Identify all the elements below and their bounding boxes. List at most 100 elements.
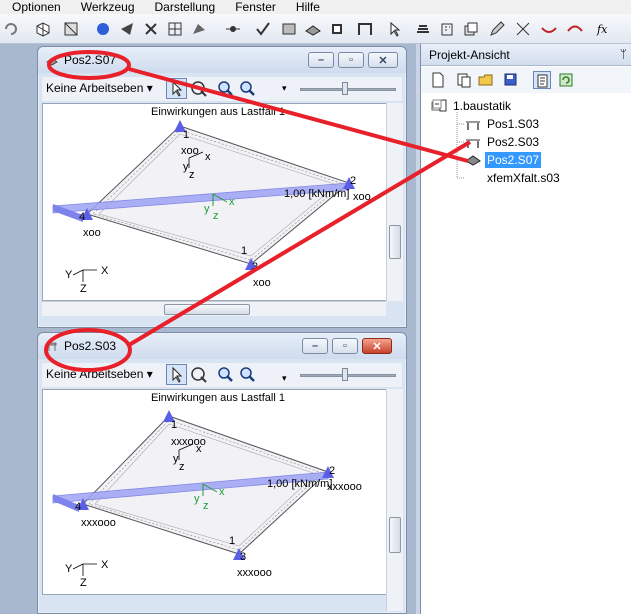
zoom-slider-track[interactable] [300,374,396,377]
node-icon[interactable] [224,20,242,38]
close-button[interactable]: ✕ [368,52,398,68]
vertical-scrollbar[interactable] [386,389,403,611]
rotate-view-button[interactable] [189,365,209,385]
model-view-canvas[interactable]: Einwirkungen aus Lastfall 1 1 2 4 1 3 xx… [42,389,392,595]
copy-document-icon[interactable] [455,71,473,89]
menu-optionen[interactable]: Optionen [0,1,69,13]
global-axis-y: Y [65,563,73,575]
rotate-view-button[interactable] [189,79,209,99]
mdi-workspace: Pos2.S07 – ▫ ✕ Keine Arbeitseben ▾ ▾ Ein… [0,44,416,614]
close-icon: ✕ [378,54,388,67]
more-tools-icon[interactable]: ▾ [282,83,287,94]
vertical-scrollbar[interactable] [386,103,403,301]
horizontal-scroll-thumb[interactable] [164,304,250,315]
window-titlebar[interactable]: Pos2.S07 – ▫ ✕ [38,47,406,73]
curve-icon[interactable] [540,20,558,38]
tree-item-pos1-s03[interactable]: Pos1.S03 [465,116,625,132]
global-axis-z: Z [80,283,87,295]
minimize-button[interactable]: – [302,338,328,354]
zoom-slider-thumb[interactable] [342,82,348,95]
slab-window-icon [46,54,58,66]
select-tool-button[interactable] [166,364,187,385]
load-axis-z: z [203,500,209,512]
node-number-left: 4 [79,211,85,223]
refresh-icon[interactable] [557,71,575,89]
window-titlebar[interactable]: Pos2.S03 – ▫ ✕ [38,333,406,359]
zoom-button[interactable] [238,365,258,385]
menu-darstellung[interactable]: Darstellung [143,1,224,13]
properties-icon[interactable] [533,71,551,89]
close-button[interactable]: ✕ [362,338,392,354]
pin-icon[interactable]: ᛘ [620,47,627,61]
zoom-slider-track[interactable] [300,88,396,91]
close-icon: ✕ [372,340,382,353]
tree-item-xfemxfalt[interactable]: xfemXfalt.s03 [465,170,625,186]
undo-icon[interactable] [2,20,20,38]
frame-icon[interactable] [356,20,374,38]
zoom-window-button[interactable] [216,365,236,385]
vertical-scroll-thumb[interactable] [389,225,401,259]
select-tool-button[interactable] [166,78,187,99]
region-icon[interactable] [328,20,346,38]
pointer-icon[interactable] [386,20,404,38]
tree-item-pos2-s03[interactable]: Pos2.S03 [465,134,625,150]
zoom-window-button[interactable] [216,79,236,99]
menu-werkzeug[interactable]: Werkzeug [69,1,143,13]
node-number-top: 1 [183,129,189,141]
navigate-icon[interactable] [118,20,136,38]
zoom-button[interactable] [238,79,258,99]
view-3d-icon[interactable] [34,20,52,38]
vertical-scroll-thumb[interactable] [389,517,401,553]
new-document-icon[interactable] [429,71,447,89]
wall-icon[interactable] [280,20,298,38]
window-toolbar: Keine Arbeitseben ▾ ▾ [42,363,402,387]
panel-title: Projekt-Ansicht [429,48,510,62]
window-title: Pos2.S03 [64,339,117,353]
node-label-left: xoo [83,227,101,239]
layers-icon[interactable] [462,20,480,38]
check-line-icon[interactable] [254,20,272,38]
node-number-right: 2 [350,175,356,187]
tree-item-label: Pos1.S03 [487,117,540,131]
grid-icon[interactable] [166,20,184,38]
more-tools-icon[interactable]: ▾ [282,373,287,384]
menu-hilfe[interactable]: Hilfe [284,1,328,13]
point-icon[interactable] [142,20,160,38]
chevron-down-icon: ▾ [146,81,153,95]
menu-fenster[interactable]: Fenster [223,1,284,13]
view-title: Einwirkungen aus Lastfall 1 [151,392,285,404]
work-plane-dropdown[interactable]: Keine Arbeitseben ▾ [46,367,153,381]
cursor-icon [172,366,183,383]
document-window-pos2-s07[interactable]: Pos2.S07 – ▫ ✕ Keine Arbeitseben ▾ ▾ Ein… [37,46,407,328]
window-toolbar: Keine Arbeitseben ▾ ▾ [42,77,402,101]
document-window-pos2-s03[interactable]: Pos2.S03 – ▫ ✕ Keine Arbeitseben ▾ ▾ Ein… [37,332,407,614]
zoom-slider-thumb[interactable] [342,368,348,381]
cube-icon[interactable] [62,20,80,38]
node-number-bottom2: 3 [252,261,258,273]
model-view-canvas[interactable]: Einwirkungen aus Lastfall 1 1 2 4 1 3 xo… [42,103,392,301]
save-all-icon[interactable] [501,71,519,89]
open-folder-icon[interactable] [477,71,495,89]
minimize-button[interactable]: – [308,52,334,68]
edit-icon[interactable] [488,20,506,38]
panel-toolbar [421,67,631,93]
node-label-bottom: xxxooo [237,567,272,579]
slab-icon[interactable] [304,20,322,38]
building-icon[interactable] [438,20,456,38]
zoom-icon [240,81,255,96]
work-plane-dropdown[interactable]: Keine Arbeitseben ▾ [46,81,153,95]
menu-bar: Optionen Werkzeug Darstellung Fenster Hi… [0,0,631,14]
axis-icon[interactable] [514,20,532,38]
formula-icon[interactable]: fx [594,20,612,38]
horizontal-scrollbar[interactable] [42,301,386,316]
result-icon[interactable] [566,20,584,38]
maximize-button[interactable]: ▫ [332,338,358,354]
tree-item-pos2-s07[interactable]: Pos2.S07 [465,152,625,168]
tree-item-label: Pos2.S03 [487,135,540,149]
stack-icon[interactable] [414,20,432,38]
object-icon[interactable] [190,20,208,38]
node-number-bottom2: 3 [240,551,246,563]
global-axis-y: Y [65,269,73,281]
maximize-button[interactable]: ▫ [338,52,364,68]
sphere-icon[interactable] [94,20,112,38]
